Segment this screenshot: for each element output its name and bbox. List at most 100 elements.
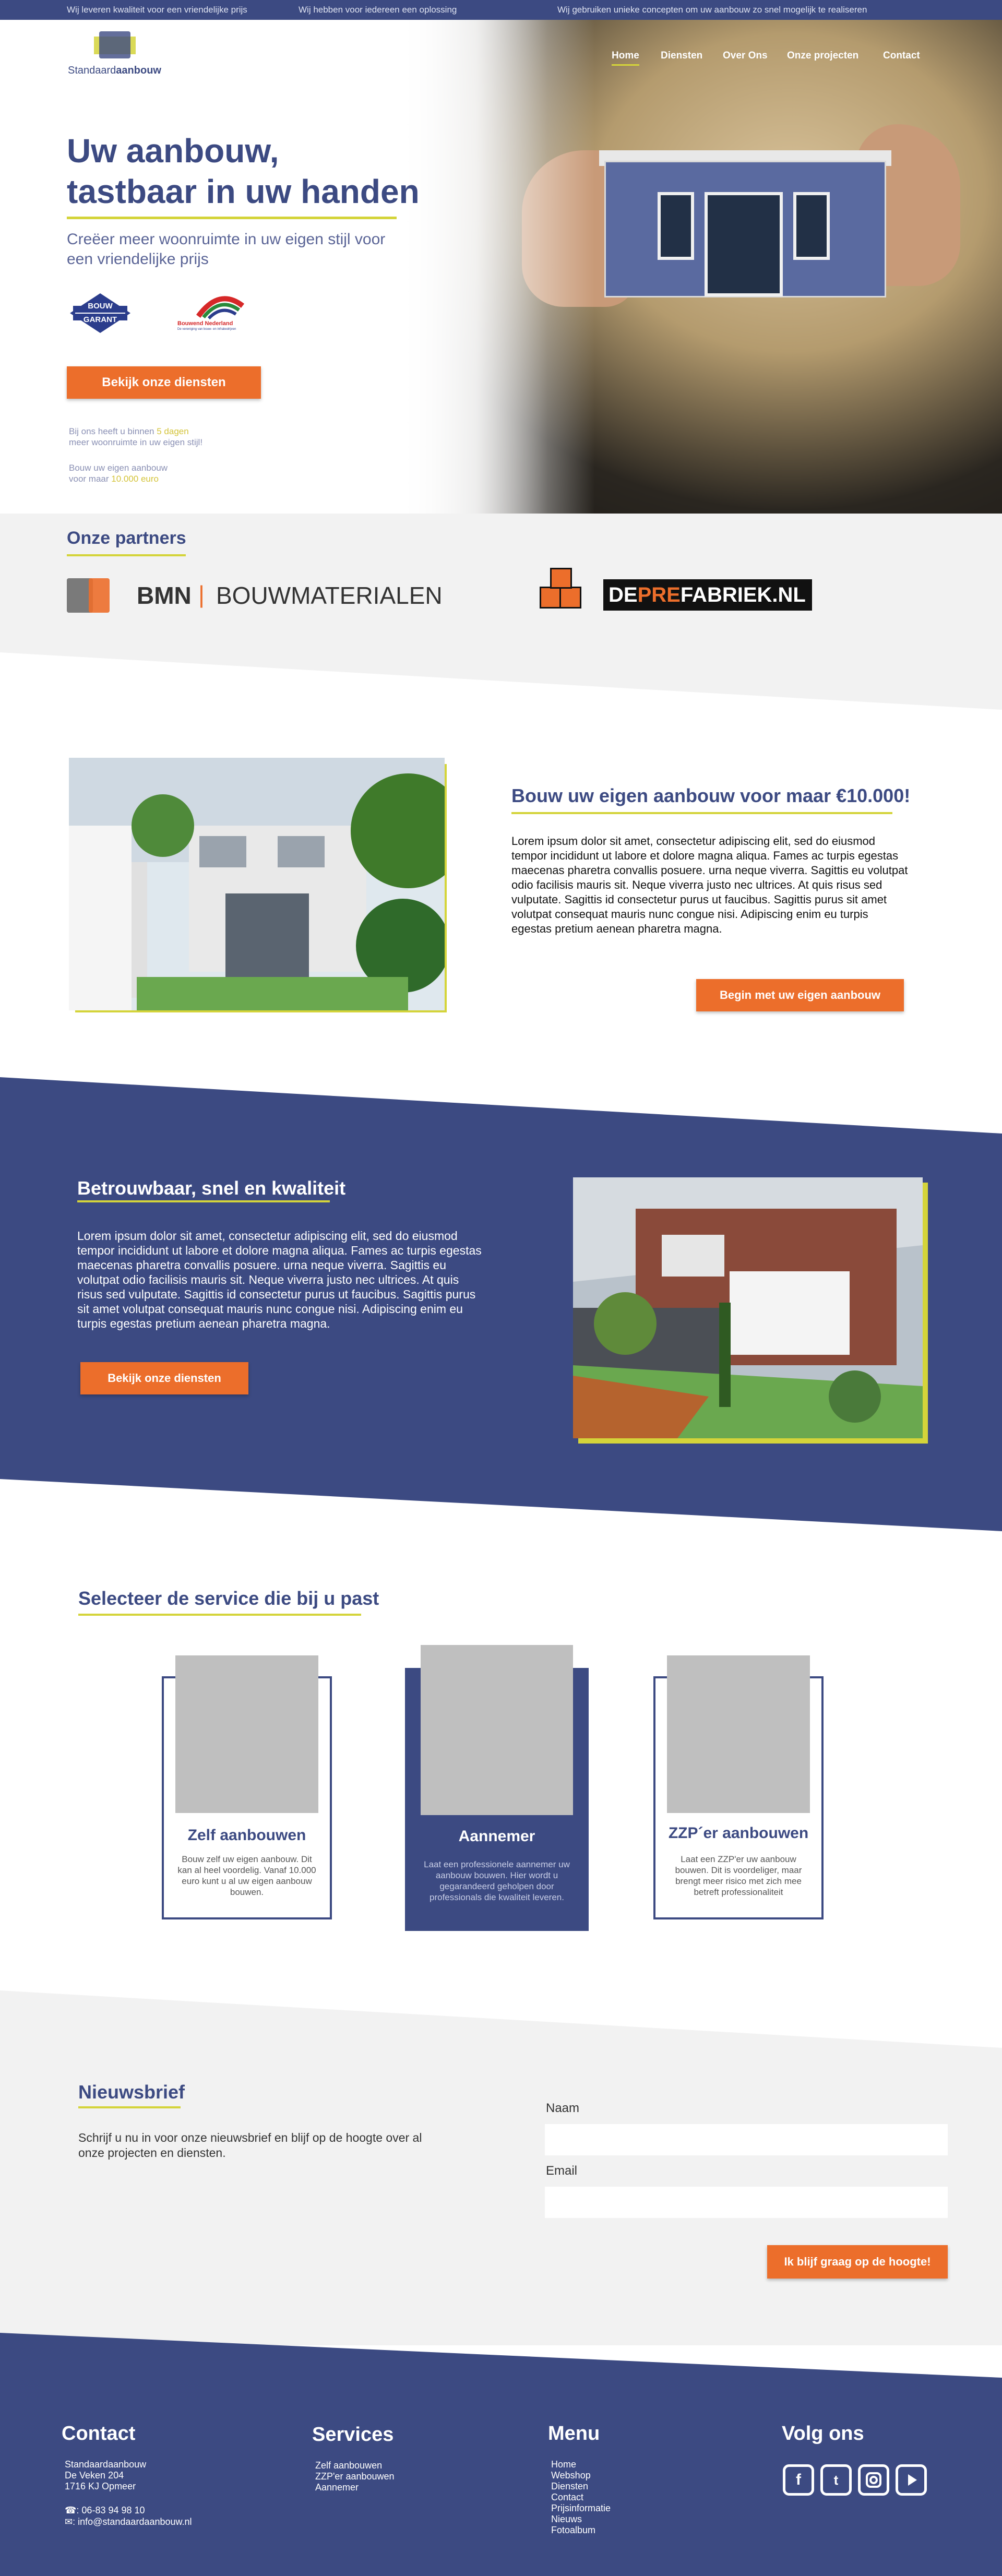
footer-email[interactable]: ✉: info@standaardaanbouw.nl bbox=[65, 2517, 192, 2527]
twitter-icon[interactable]: t bbox=[820, 2464, 852, 2496]
partner-deprefabriek-logo[interactable]: DEPREFABRIEK.NL bbox=[535, 566, 812, 618]
footer-menu-link[interactable]: Diensten bbox=[551, 2481, 611, 2492]
logo-text: Standaardaanbouw bbox=[68, 65, 161, 77]
youtube-icon[interactable] bbox=[896, 2464, 927, 2496]
hero-title-line-1: Uw aanbouw, bbox=[67, 132, 279, 170]
bmn-separator: | bbox=[198, 581, 205, 608]
newsletter-text: Schrijf u nu in voor onze nieuwsbrief en… bbox=[78, 2131, 422, 2160]
footer-menu-title: Menu bbox=[548, 2423, 600, 2444]
footer-menu-list: Home Webshop Diensten Contact Prijsinfor… bbox=[551, 2459, 611, 2536]
section1-title-underline bbox=[511, 812, 892, 814]
hero-note-delivery-text: Bij ons heeft u binnen bbox=[69, 426, 157, 436]
hero-note-delivery: Bij ons heeft u binnen 5 dagen meer woon… bbox=[69, 426, 202, 448]
footer-menu-link[interactable]: Home bbox=[551, 2459, 611, 2470]
service-card-aannemer-image bbox=[421, 1645, 573, 1815]
service-card-aannemer-title: Aannemer bbox=[458, 1828, 535, 1845]
house-model-door bbox=[705, 192, 783, 296]
footer-menu-link[interactable]: Prijsinformatie bbox=[551, 2503, 611, 2514]
section2-text: Lorem ipsum dolor sit amet, consectetur … bbox=[77, 1229, 482, 1330]
footer-service-link[interactable]: Aannemer bbox=[315, 2482, 395, 2493]
newsletter-title: Nieuwsbrief bbox=[78, 2081, 185, 2103]
footer-phone[interactable]: ☎: 06-83 94 98 10 bbox=[65, 2505, 145, 2516]
footer-contact-address: Standaardaanbouw De Veken 204 1716 KJ Op… bbox=[65, 2459, 146, 2492]
start-aanbouw-button[interactable]: Begin met uw eigen aanbouw bbox=[696, 979, 904, 1011]
partners-title-underline bbox=[67, 554, 186, 556]
service-card-zzp-title: ZZP´er aanbouwen bbox=[668, 1824, 809, 1842]
hero-note-price-highlight: 10.000 euro bbox=[111, 474, 159, 484]
footer-service-link[interactable]: Zelf aanbouwen bbox=[315, 2460, 395, 2471]
prefab-wordmark-pre: PRE bbox=[637, 583, 681, 606]
partner-bmn-logo[interactable]: BMN | BOUWMATERIALEN bbox=[67, 576, 443, 618]
service-card-zelf-text: Bouw zelf uw eigen aanbouw. Dit kan al h… bbox=[177, 1854, 316, 1897]
prefab-wordmark-rest: FABRIEK.NL bbox=[680, 583, 806, 606]
house-model-window bbox=[793, 192, 830, 260]
prefab-block-icon bbox=[559, 587, 581, 609]
footer-services-title: Services bbox=[312, 2424, 394, 2446]
section1-image bbox=[69, 758, 466, 1010]
footer-contact-city: 1716 KJ Opmeer bbox=[65, 2481, 136, 2491]
section2-title-underline bbox=[77, 1200, 330, 1202]
email-field[interactable] bbox=[545, 2187, 948, 2218]
newsletter-title-underline bbox=[78, 2106, 181, 2108]
hero-subtitle: Creëer meer woonruimte in uw eigen stijl… bbox=[67, 231, 386, 268]
phone-icon: ☎ bbox=[65, 2505, 77, 2515]
name-field-label: Naam bbox=[546, 2101, 580, 2115]
prefab-block-icon bbox=[550, 568, 572, 589]
bouwend-nederland-logo: Bouwend Nederland De vereniging van bouw… bbox=[177, 290, 261, 337]
service-card-zzp-image bbox=[667, 1655, 810, 1813]
bouwend-nederland-tagline: De vereniging van bouw- en infrabedrijve… bbox=[177, 328, 236, 331]
hero-title-line-2: tastbaar in uw handen bbox=[67, 173, 420, 210]
section2-title: Betrouwbaar, snel en kwaliteit bbox=[77, 1177, 346, 1199]
topbar-usp-3: Wij gebruiken unieke concepten om uw aan… bbox=[557, 5, 867, 15]
hero-note-price: Bouw uw eigen aanbouw voor maar 10.000 e… bbox=[69, 462, 168, 484]
prefab-wordmark-de: DE bbox=[609, 583, 638, 606]
house-model-window bbox=[658, 192, 694, 260]
logo-text-part1: Standaard bbox=[68, 65, 116, 76]
site-logo[interactable]: Standaardaanbouw bbox=[68, 31, 172, 84]
email-field-label: Email bbox=[546, 2164, 578, 2178]
hero-note-delivery-line2: meer woonruimte in uw eigen stijl! bbox=[69, 437, 203, 447]
facebook-icon[interactable]: f bbox=[783, 2464, 814, 2496]
hero-note-price-line1: Bouw uw eigen aanbouw bbox=[69, 463, 168, 473]
nav-home-label: Home bbox=[612, 50, 639, 66]
hero-photo-fade bbox=[397, 20, 595, 514]
name-field[interactable] bbox=[545, 2124, 948, 2155]
nav-diensten[interactable]: Diensten bbox=[661, 50, 702, 62]
footer-menu-link[interactable]: Nieuws bbox=[551, 2514, 611, 2525]
footer-menu-link[interactable]: Fotoalbum bbox=[551, 2525, 611, 2536]
footer-contact-title: Contact bbox=[62, 2423, 136, 2444]
section2-image bbox=[573, 1177, 923, 1438]
footer-menu-link[interactable]: Contact bbox=[551, 2492, 611, 2503]
bouwend-nederland-name: Bouwend Nederland bbox=[177, 320, 233, 327]
footer-contact-street: De Veken 204 bbox=[65, 2470, 124, 2480]
services-title: Selecteer de service die bij u past bbox=[78, 1588, 379, 1609]
hero-title-underline bbox=[67, 217, 397, 219]
nav-home[interactable]: Home bbox=[612, 50, 639, 66]
bmn-mark-accent bbox=[89, 578, 110, 613]
section2-diensten-button[interactable]: Bekijk onze diensten bbox=[80, 1362, 248, 1394]
bouwgarant-logo: BOUW GARANT bbox=[68, 292, 133, 334]
footer bbox=[0, 2333, 1002, 2576]
section1-text: Lorem ipsum dolor sit amet, consectetur … bbox=[511, 834, 908, 935]
footer-service-link[interactable]: ZZP'er aanbouwen bbox=[315, 2471, 395, 2482]
bmn-subtitle: BOUWMATERIALEN bbox=[216, 582, 443, 609]
hero-title: Uw aanbouw, tastbaar in uw handen bbox=[67, 130, 420, 212]
footer-phone-text: : 06-83 94 98 10 bbox=[76, 2505, 145, 2515]
top-bar: Wij leveren kwaliteit voor een vriendeli… bbox=[0, 0, 1002, 20]
nav-projecten[interactable]: Onze projecten bbox=[787, 50, 858, 62]
footer-menu-link[interactable]: Webshop bbox=[551, 2470, 611, 2481]
hero-cta-button[interactable]: Bekijk onze diensten bbox=[67, 366, 261, 399]
service-card-aannemer-text: Laat een professionele aannemer uw aanbo… bbox=[424, 1859, 570, 1902]
section1-title: Bouw uw eigen aanbouw voor maar €10.000! bbox=[511, 785, 911, 806]
newsletter-subscribe-button[interactable]: Ik blijf graag op de hoogte! bbox=[767, 2245, 948, 2279]
services-title-underline bbox=[78, 1614, 361, 1616]
footer-contact-name: Standaardaanbouw bbox=[65, 2459, 147, 2470]
hero-note-price-text: voor maar bbox=[69, 474, 112, 484]
footer-social-title: Volg ons bbox=[782, 2423, 864, 2444]
nav-over-ons[interactable]: Over Ons bbox=[723, 50, 768, 62]
nav-contact[interactable]: Contact bbox=[883, 50, 920, 62]
partners-title: Onze partners bbox=[67, 528, 186, 548]
bouwgarant-logo-text-2: GARANT bbox=[83, 315, 117, 324]
instagram-icon[interactable] bbox=[858, 2464, 889, 2496]
newsletter-section bbox=[0, 1990, 1002, 2345]
